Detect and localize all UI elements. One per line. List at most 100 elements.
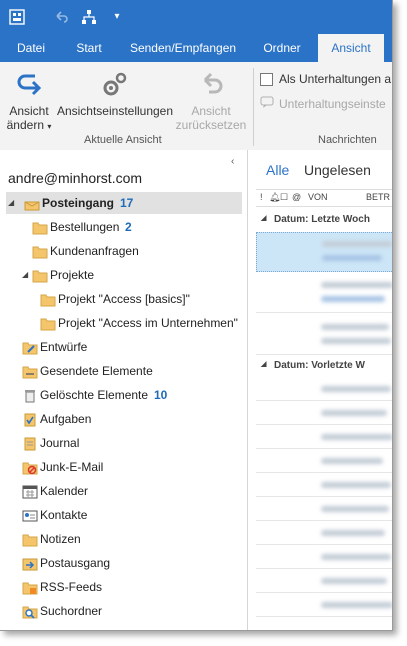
message-row[interactable] <box>256 474 392 497</box>
folder-item[interactable]: Gelöschte Elemente 10 <box>6 384 242 406</box>
tab-ordner[interactable]: Ordner <box>252 34 312 62</box>
account-name[interactable]: andre@minhorst.com <box>8 170 142 186</box>
change-view-button[interactable]: Ansicht ändern ▾ <box>4 68 54 134</box>
folder-name: Posteingang <box>42 196 115 210</box>
collapse-group-icon[interactable]: ◢ <box>261 360 266 368</box>
sent-folder-icon <box>22 364 38 379</box>
attachment-column-icon[interactable]: @ <box>292 192 301 202</box>
expand-collapse-icon[interactable]: ◢ <box>22 264 28 286</box>
folder-item[interactable]: Suchordner <box>6 600 242 622</box>
checkbox-box <box>260 72 273 86</box>
folder-item[interactable]: RSS-Feeds <box>6 576 242 598</box>
outbox-folder-icon <box>22 556 38 571</box>
message-row[interactable] <box>256 426 392 449</box>
message-row[interactable] <box>256 402 392 425</box>
conversation-settings-button[interactable]: Unterhaltungseinste <box>260 96 386 111</box>
folder-item[interactable]: Postausgang <box>6 552 242 574</box>
message-row[interactable] <box>256 232 392 272</box>
gear-icon <box>99 68 131 100</box>
folder-pane: ‹ andre@minhorst.com ◢ Posteingang 17 Beste… <box>0 150 248 630</box>
reset-view-label-2: zurücksetzen <box>175 118 247 132</box>
folder-name: Suchordner <box>40 604 103 618</box>
show-as-conversations-label: Als Unterhaltungen a <box>279 72 392 86</box>
reset-view-button[interactable]: Ansicht zurücksetzen <box>172 68 250 132</box>
undo-icon[interactable] <box>52 8 70 26</box>
filter-unread[interactable]: Ungelesen <box>304 162 371 178</box>
group-separator <box>253 68 254 146</box>
show-as-conversations-checkbox[interactable]: Als Unterhaltungen a <box>260 72 391 86</box>
customize-qat-icon[interactable]: ▾ <box>108 8 126 26</box>
column-header: ! 🔔︎ ☐ @ VON BETR <box>256 189 392 207</box>
folder-name: Junk-E-Mail <box>40 460 104 474</box>
group-label-messages: Nachrichten <box>318 134 377 146</box>
title-bar: ▾ <box>0 0 392 34</box>
change-view-label-2: ändern <box>6 118 44 132</box>
importance-column-icon[interactable]: ! <box>260 192 263 202</box>
calendar-folder-icon <box>22 484 38 499</box>
folder-name: Kontakte <box>40 508 88 522</box>
collapse-pane-icon[interactable]: ‹ <box>231 156 234 167</box>
folder-item[interactable]: Projekt "Access [basics]" <box>6 288 242 310</box>
folder-name: Gesendete Elemente <box>40 364 153 378</box>
collapse-group-icon[interactable]: ◢ <box>261 214 266 222</box>
send-receive-all-icon[interactable] <box>8 8 26 26</box>
message-row[interactable] <box>256 522 392 545</box>
reset-view-label-1: Ansicht <box>191 104 231 118</box>
icon-column-icon[interactable]: ☐ <box>280 192 288 203</box>
sitemap-icon[interactable] <box>80 8 98 26</box>
group-label-current-view: Aktuelle Ansicht <box>84 134 162 146</box>
folder-folder-icon <box>40 316 56 331</box>
outlook-window: ▾ Datei Start Senden/Empfangen Ordner An… <box>0 0 393 631</box>
folder-name: Aufgaben <box>40 412 92 426</box>
message-row[interactable] <box>256 546 392 569</box>
message-row[interactable] <box>256 594 392 617</box>
folder-name: Notizen <box>40 532 81 546</box>
folder-item[interactable]: Bestellungen 2 <box>6 216 242 238</box>
tab-datei[interactable]: Datei <box>8 34 54 62</box>
folder-item[interactable]: ◢ Posteingang 17 <box>6 192 242 214</box>
folder-item[interactable]: Projekt "Access im Unternehmen" <box>6 312 242 334</box>
folder-item[interactable]: Kontakte <box>6 504 242 526</box>
message-row[interactable] <box>256 570 392 593</box>
from-column-header[interactable]: VON <box>308 192 328 202</box>
message-row[interactable] <box>256 498 392 521</box>
folder-item[interactable]: Gesendete Elemente <box>6 360 242 382</box>
folder-item[interactable]: Journal <box>6 432 242 454</box>
subject-column-header[interactable]: BETR <box>366 192 390 202</box>
unread-count-badge: 2 <box>125 220 132 234</box>
folder-name: RSS-Feeds <box>40 580 103 594</box>
folder-name: Projekte <box>50 268 95 282</box>
notes-folder-icon <box>22 532 38 547</box>
group-header-week-before-last[interactable]: ◢ Datum: Vorletzte W <box>256 356 392 376</box>
tab-start[interactable]: Start <box>66 34 112 62</box>
tab-ansicht[interactable]: Ansicht <box>318 34 384 62</box>
chevron-down-icon: ▾ <box>47 122 52 131</box>
message-row[interactable] <box>256 272 392 313</box>
message-row[interactable] <box>256 450 392 473</box>
filter-all[interactable]: Alle <box>266 162 289 178</box>
tab-senden-empfangen[interactable]: Senden/Empfangen <box>120 34 246 62</box>
reminder-column-icon[interactable]: 🔔︎ <box>269 192 280 203</box>
junk-folder-icon <box>22 460 38 475</box>
folder-item[interactable]: Aufgaben <box>6 408 242 430</box>
folder-item[interactable]: Kundenanfragen <box>6 240 242 262</box>
folder-name: Gelöschte Elemente <box>40 388 149 402</box>
view-settings-button[interactable]: Ansichtseinstellungen <box>56 68 174 118</box>
folder-item[interactable]: Kalender <box>6 480 242 502</box>
message-row[interactable] <box>256 378 392 401</box>
folder-item[interactable]: Entwürfe <box>6 336 242 358</box>
group-header-last-week[interactable]: ◢ Datum: Letzte Woch <box>256 210 392 230</box>
folder-item[interactable]: Notizen <box>6 528 242 550</box>
folder-item[interactable]: Junk-E-Mail <box>6 456 242 478</box>
ribbon-tabs: Datei Start Senden/Empfangen Ordner Ansi… <box>0 34 392 62</box>
inbox-folder-icon <box>24 196 40 211</box>
folder-item[interactable]: ◢ Projekte <box>6 264 242 286</box>
message-list-pane: Alle Ungelesen ! 🔔︎ ☐ @ VON BETR ◢ Datum… <box>248 150 392 630</box>
group-label: Datum: Vorletzte W <box>274 360 365 371</box>
folder-folder-icon <box>32 244 48 259</box>
unread-count-badge: 17 <box>120 196 134 210</box>
message-row[interactable] <box>256 314 392 355</box>
reset-icon <box>195 68 227 100</box>
trash-folder-icon <box>22 388 38 403</box>
expand-collapse-icon[interactable]: ◢ <box>8 192 14 214</box>
